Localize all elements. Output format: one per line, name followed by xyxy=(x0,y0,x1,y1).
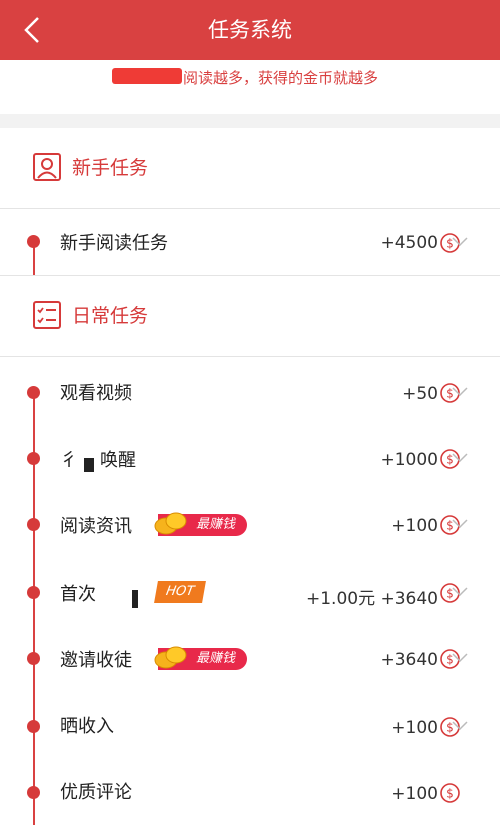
task-label: 邀请收徒 xyxy=(60,650,132,671)
banner-text: 阅读越多，获得的金币就越多 xyxy=(183,69,379,87)
section-daily-header: 日常任务 xyxy=(0,276,500,357)
chevron-down-icon[interactable] xyxy=(452,519,468,529)
task-label: 阅读资讯 xyxy=(60,516,132,537)
task-row-read-news[interactable]: 阅读资讯 最赚钱 +100 $ xyxy=(0,492,500,558)
task-row-invite[interactable]: 邀请收徒 最赚钱 +3640 $ xyxy=(0,626,500,692)
chevron-down-icon[interactable] xyxy=(452,237,468,247)
chevron-down-icon[interactable] xyxy=(452,453,468,463)
task-row-newbie-read[interactable]: 新手阅读任务 +4500 $ xyxy=(0,209,500,275)
badge-hot: HOT xyxy=(154,581,206,603)
task-reward: +1.00元 +3640 xyxy=(305,589,438,609)
user-icon xyxy=(33,153,61,181)
section-title: 日常任务 xyxy=(72,305,149,327)
coin-icon: $ xyxy=(440,783,460,803)
redacted-text xyxy=(112,68,182,84)
chevron-down-icon[interactable] xyxy=(452,721,468,731)
chevron-down-icon[interactable] xyxy=(452,653,468,663)
task-row-show-income[interactable]: 晒收入 +100 $ xyxy=(0,694,500,760)
task-row-wake-up[interactable]: 彳唤醒 +1000 $ xyxy=(0,426,500,492)
section-title: 新手任务 xyxy=(72,157,149,179)
chevron-down-icon[interactable] xyxy=(452,387,468,397)
task-row-quality-review[interactable]: 优质评论 +100 $ xyxy=(0,760,500,826)
section-gap xyxy=(0,114,500,128)
svg-text:$: $ xyxy=(446,787,454,801)
task-reward: +50 xyxy=(402,384,438,404)
task-label: 首次 xyxy=(60,580,138,608)
task-label: 优质评论 xyxy=(60,782,132,803)
task-row-first-time[interactable]: 首次 HOT +1.00元 +3640 $ xyxy=(0,560,500,626)
top-bar: 任务系统 xyxy=(0,0,500,60)
timeline-dot xyxy=(27,786,40,799)
task-label: 观看视频 xyxy=(60,383,132,404)
task-reward: +100 xyxy=(391,516,438,536)
task-label-part: 彳 xyxy=(60,450,78,471)
redacted-text xyxy=(132,590,138,608)
timeline-dot xyxy=(27,518,40,531)
checklist-icon xyxy=(33,301,61,329)
task-reward: +100 xyxy=(391,784,438,804)
task-reward: +1000 xyxy=(380,450,438,470)
task-reward: +3640 xyxy=(380,650,438,670)
task-reward: +4500 xyxy=(380,233,438,253)
page-title: 任务系统 xyxy=(208,18,292,42)
timeline-dot xyxy=(27,235,40,248)
section-newbie-header: 新手任务 xyxy=(0,128,500,209)
timeline-dot xyxy=(27,652,40,665)
timeline-dot xyxy=(27,720,40,733)
task-label: 晒收入 xyxy=(60,716,114,737)
task-reward: +100 xyxy=(391,718,438,738)
gold-coins-icon xyxy=(154,512,187,535)
task-row-watch-video[interactable]: 观看视频 +50 $ xyxy=(0,360,500,426)
chevron-down-icon[interactable] xyxy=(452,587,468,597)
task-label-part: 唤醒 xyxy=(100,450,136,471)
task-label-part: 首次 xyxy=(60,584,96,605)
gold-coins-icon xyxy=(154,646,187,669)
timeline-dot xyxy=(27,386,40,399)
timeline-dot xyxy=(27,586,40,599)
timeline-dot xyxy=(27,452,40,465)
task-label: 新手阅读任务 xyxy=(60,233,168,254)
task-label: 彳 唤醒 xyxy=(60,446,136,472)
redacted-text xyxy=(84,458,94,472)
